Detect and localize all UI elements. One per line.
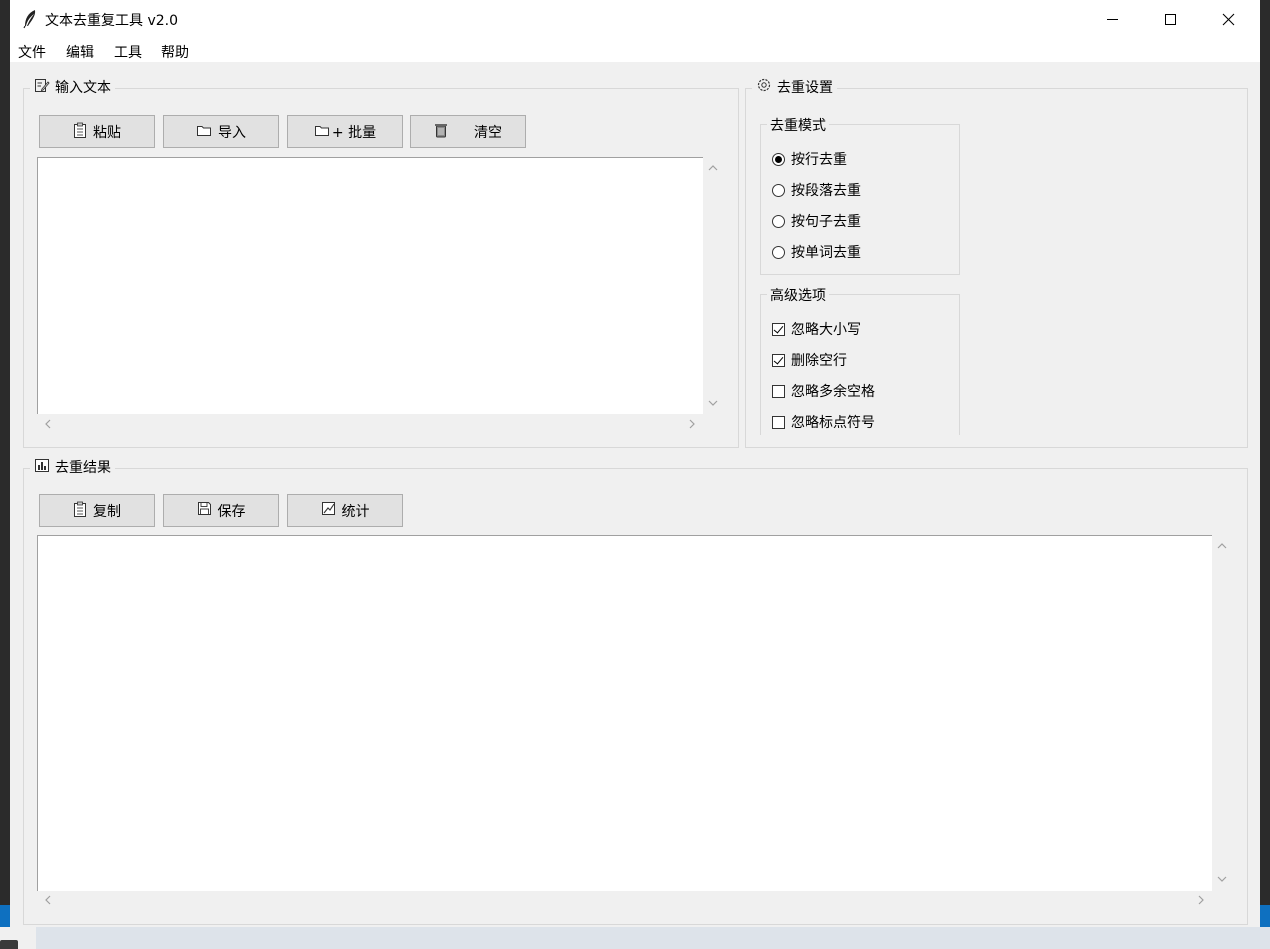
settings-panel-title: 去重设置 — [752, 77, 837, 97]
trash-icon — [434, 122, 448, 142]
mode-option-word[interactable]: 按单词去重 — [772, 242, 861, 262]
save-button[interactable]: 保存 — [163, 494, 279, 527]
option-ignore-case[interactable]: 忽略大小写 — [772, 319, 861, 339]
checkbox[interactable] — [772, 415, 785, 429]
stats-button-label: 统计 — [341, 503, 370, 520]
background-taskbar-left — [0, 905, 10, 927]
feather-icon — [22, 9, 38, 29]
bar-chart-icon — [34, 457, 50, 477]
mode-option-label: 按行去重 — [791, 152, 847, 168]
clipboard-icon — [73, 122, 87, 142]
result-scroll-up-arrow[interactable] — [1215, 539, 1229, 553]
result-scroll-right-arrow[interactable] — [1194, 893, 1208, 907]
option-label: 忽略多余空格 — [791, 384, 875, 400]
menu-bar: 文件 编辑 工具 帮助 — [10, 38, 1260, 62]
result-scroll-down-arrow[interactable] — [1215, 872, 1229, 886]
maximize-button[interactable] — [1141, 0, 1199, 38]
option-remove-empty-lines[interactable]: 删除空行 — [772, 350, 847, 370]
checkbox[interactable] — [772, 322, 785, 336]
copy-button-label: 复制 — [93, 503, 121, 520]
copy-button[interactable]: 复制 — [39, 494, 155, 527]
result-scroll-left-arrow[interactable] — [41, 893, 55, 907]
import-button[interactable]: 导入 — [163, 115, 279, 148]
background-icon — [0, 940, 18, 949]
clipboard-icon — [73, 501, 87, 521]
close-button[interactable] — [1199, 0, 1257, 38]
input-scroll-right-arrow[interactable] — [685, 417, 699, 431]
import-button-label: 导入 — [218, 124, 246, 141]
title-bar[interactable]: 文本去重复工具 v2.0 — [10, 0, 1260, 38]
radio-button[interactable] — [772, 245, 785, 259]
dedupe-mode-title: 去重模式 — [767, 115, 829, 135]
batch-import-button-label: + 批量 — [331, 124, 377, 141]
save-button-label: 保存 — [217, 503, 246, 520]
clear-button-label: 清空 — [474, 124, 502, 141]
advanced-options-title: 高级选项 — [767, 285, 829, 305]
input-scroll-down-arrow[interactable] — [706, 396, 720, 410]
result-textarea[interactable] — [37, 535, 1212, 891]
background-right — [1260, 0, 1270, 949]
input-panel-label: 输入文本 — [55, 80, 111, 96]
mode-option-paragraph[interactable]: 按段落去重 — [772, 180, 861, 200]
menu-help[interactable]: 帮助 — [161, 42, 189, 62]
menu-edit[interactable]: 编辑 — [66, 42, 94, 62]
menu-file[interactable]: 文件 — [18, 42, 46, 62]
window-title: 文本去重复工具 v2.0 — [45, 13, 178, 29]
checkbox[interactable] — [772, 353, 785, 367]
background-left — [0, 0, 10, 949]
result-panel-title: 去重结果 — [30, 457, 115, 477]
input-scroll-left-arrow[interactable] — [41, 417, 55, 431]
option-label: 忽略大小写 — [791, 322, 861, 338]
minimize-button[interactable] — [1083, 0, 1141, 38]
background-taskbar-right — [1260, 905, 1270, 927]
line-chart-icon — [321, 501, 336, 520]
input-scroll-up-arrow[interactable] — [706, 161, 720, 175]
edit-document-icon — [34, 77, 50, 97]
input-textarea[interactable] — [37, 157, 703, 414]
paste-button[interactable]: 粘贴 — [39, 115, 155, 148]
clear-button[interactable]: 清空 — [410, 115, 526, 148]
menu-tools[interactable]: 工具 — [114, 42, 142, 62]
settings-panel-label: 去重设置 — [777, 80, 833, 96]
folder-icon — [196, 123, 212, 141]
mode-option-label: 按段落去重 — [791, 183, 861, 199]
folder-icon — [314, 123, 330, 141]
batch-import-button[interactable]: + 批量 — [287, 115, 403, 148]
input-panel-title: 输入文本 — [30, 77, 115, 97]
radio-button[interactable] — [772, 152, 785, 166]
app-window: 文本去重复工具 v2.0 文件 编辑 工具 帮助 输入文本 粘贴 导入 + 批量… — [10, 0, 1260, 927]
option-ignore-punctuation[interactable]: 忽略标点符号 — [772, 412, 875, 432]
mode-option-line[interactable]: 按行去重 — [772, 149, 847, 169]
option-label: 忽略标点符号 — [791, 415, 875, 431]
option-ignore-extra-spaces[interactable]: 忽略多余空格 — [772, 381, 875, 401]
mode-option-sentence[interactable]: 按句子去重 — [772, 211, 861, 231]
checkbox[interactable] — [772, 384, 785, 398]
radio-button[interactable] — [772, 183, 785, 197]
gear-icon — [756, 77, 772, 97]
result-panel-label: 去重结果 — [55, 460, 111, 476]
background-bottom — [0, 927, 1270, 949]
stats-button[interactable]: 统计 — [287, 494, 403, 527]
radio-button[interactable] — [772, 214, 785, 228]
option-label: 删除空行 — [791, 353, 847, 369]
mode-option-label: 按单词去重 — [791, 245, 861, 261]
mode-option-label: 按句子去重 — [791, 214, 861, 230]
floppy-disk-icon — [197, 501, 212, 520]
paste-button-label: 粘贴 — [93, 124, 121, 141]
